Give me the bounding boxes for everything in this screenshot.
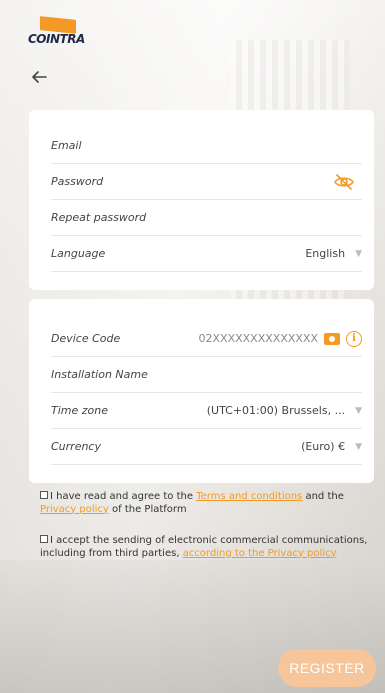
camera-icon[interactable]	[324, 332, 340, 345]
caret-down-icon: ▼	[355, 441, 362, 452]
register-button[interactable]: REGISTER	[278, 649, 376, 687]
password-field[interactable]: Password	[51, 164, 362, 200]
back-arrow-icon[interactable]	[30, 68, 48, 86]
terms-consent: I have read and agree to the Terms and c…	[40, 491, 370, 516]
time-zone-value: (UTC+01:00) Brussels, ...	[206, 404, 346, 417]
email-field[interactable]: Email	[51, 128, 362, 164]
caret-down-icon: ▼	[355, 405, 362, 416]
account-form-card: Email Password Repeat password Language …	[29, 110, 374, 290]
language-value: English	[305, 247, 346, 260]
time-zone-label: Time zone	[51, 404, 108, 417]
device-code-label: Device Code	[51, 332, 121, 345]
marketing-consent: I accept the sending of electronic comme…	[40, 535, 370, 560]
password-label: Password	[51, 175, 104, 188]
installation-name-field[interactable]: Installation Name	[51, 357, 362, 393]
cointra-logo: COINTRA	[28, 16, 88, 52]
eye-off-icon[interactable]	[334, 173, 354, 190]
repeat-password-label: Repeat password	[51, 211, 147, 224]
terms-prefix: I have read and agree to the	[50, 491, 197, 502]
email-label: Email	[51, 139, 82, 152]
terms-suffix: of the Platform	[108, 503, 187, 515]
device-code-value: 02XXXXXXXXXXXXXX	[198, 332, 319, 345]
language-select[interactable]: Language English ▼	[51, 236, 362, 272]
logo-text: COINTRA	[28, 32, 85, 46]
info-icon[interactable]: i	[346, 330, 362, 347]
privacy-link[interactable]: Privacy policy	[40, 504, 109, 515]
currency-select[interactable]: Currency (Euro) € ▼	[51, 429, 362, 465]
device-code-field[interactable]: Device Code 02XXXXXXXXXXXXXX i	[51, 321, 362, 357]
terms-middle: and the	[302, 491, 344, 502]
installation-form-card: Device Code 02XXXXXXXXXXXXXX i Installat…	[29, 299, 374, 483]
installation-name-label: Installation Name	[51, 368, 148, 381]
marketing-privacy-link[interactable]: according to the Privacy policy	[183, 548, 337, 559]
currency-value: (Euro) €	[301, 440, 346, 453]
time-zone-select[interactable]: Time zone (UTC+01:00) Brussels, ... ▼	[51, 393, 362, 429]
repeat-password-field[interactable]: Repeat password	[51, 200, 362, 236]
currency-label: Currency	[51, 440, 101, 453]
caret-down-icon: ▼	[355, 248, 362, 259]
terms-link[interactable]: Terms and conditions	[196, 491, 302, 502]
terms-checkbox[interactable]	[40, 491, 48, 499]
language-label: Language	[51, 247, 106, 260]
marketing-checkbox[interactable]	[40, 535, 48, 543]
